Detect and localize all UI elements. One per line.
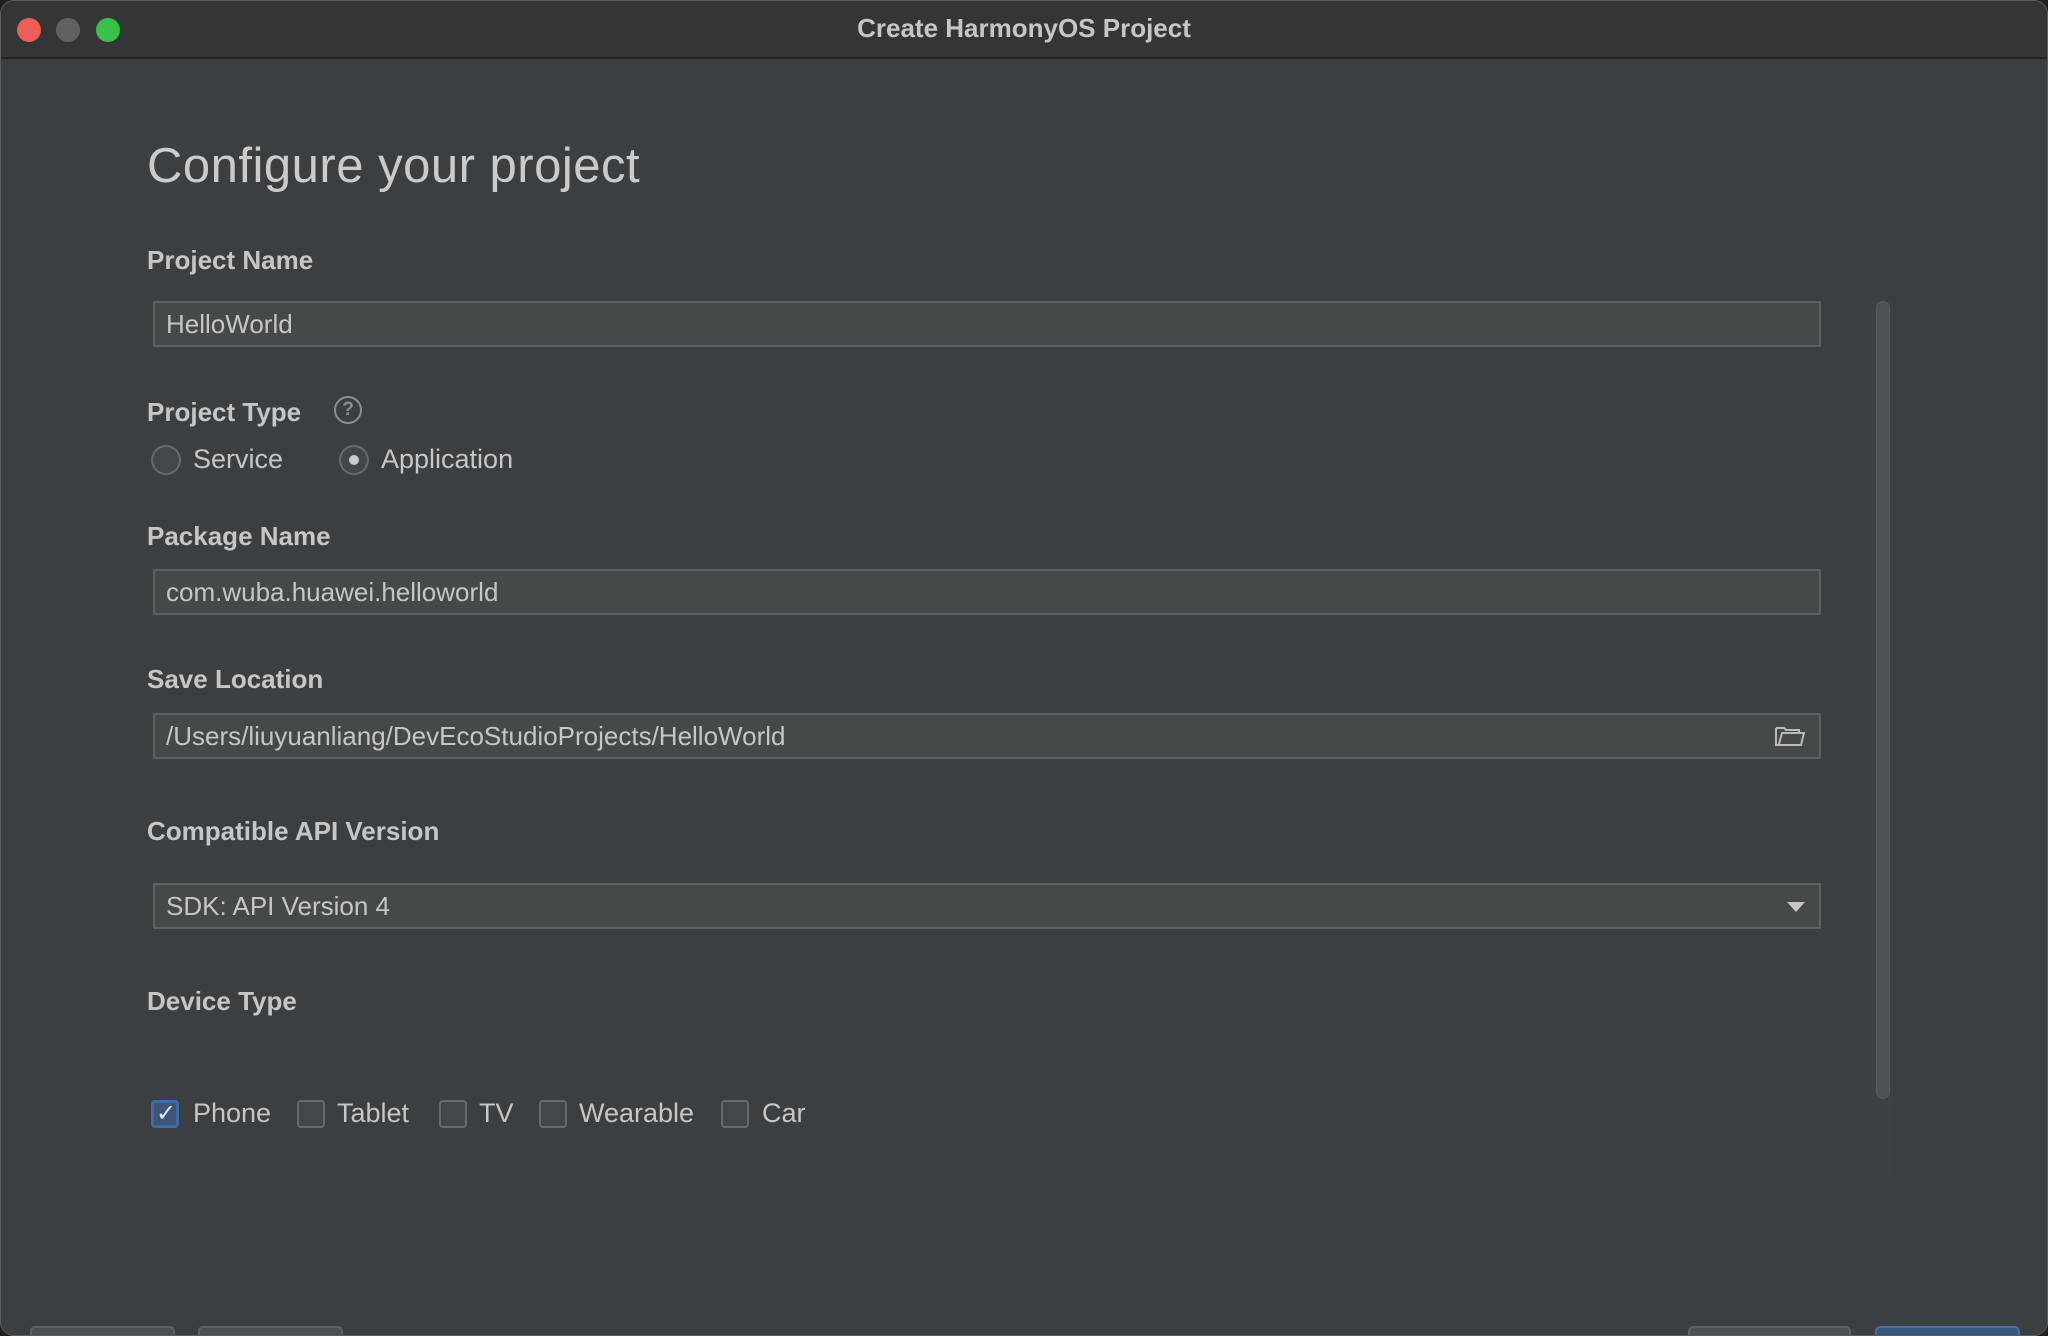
title-bar: Create HarmonyOS Project bbox=[1, 1, 2047, 59]
service-radio-label[interactable]: Service bbox=[193, 444, 283, 475]
page-title: Configure your project bbox=[147, 139, 641, 193]
phone-checkbox[interactable]: ✓ bbox=[151, 1100, 179, 1128]
application-radio-label[interactable]: Application bbox=[381, 444, 513, 475]
chevron-down-icon[interactable] bbox=[1787, 902, 1805, 912]
help-button[interactable]: Help bbox=[30, 1326, 175, 1335]
window-title: Create HarmonyOS Project bbox=[857, 13, 1191, 43]
previous-button[interactable]: Previous bbox=[1688, 1326, 1851, 1335]
api-version-selected: SDK: API Version 4 bbox=[166, 891, 391, 921]
help-icon[interactable]: ? bbox=[334, 396, 362, 424]
wearable-checkbox[interactable] bbox=[539, 1100, 567, 1128]
wearable-checkbox-label[interactable]: Wearable bbox=[579, 1098, 694, 1129]
car-checkbox[interactable] bbox=[721, 1100, 749, 1128]
api-version-label: Compatible API Version bbox=[147, 816, 440, 846]
package-name-label: Package Name bbox=[147, 521, 331, 551]
checkmark-icon: ✓ bbox=[156, 1100, 177, 1127]
device-type-label: Device Type bbox=[147, 986, 297, 1016]
project-name-label: Project Name bbox=[147, 245, 314, 275]
dialog-window: Create HarmonyOS Project Configure your … bbox=[0, 0, 2048, 1336]
service-radio[interactable] bbox=[151, 445, 181, 475]
save-location-input[interactable]: /Users/liuyuanliang/DevEcoStudioProjects… bbox=[153, 713, 1821, 759]
tv-checkbox[interactable] bbox=[439, 1100, 467, 1128]
project-type-label: Project Type bbox=[147, 397, 302, 427]
tv-checkbox-label[interactable]: TV bbox=[479, 1098, 514, 1129]
save-location-label: Save Location bbox=[147, 664, 324, 694]
save-location-value: /Users/liuyuanliang/DevEcoStudioProjects… bbox=[166, 721, 786, 751]
package-name-input[interactable]: com.wuba.huawei.helloworld bbox=[153, 569, 1821, 615]
radio-selected-dot bbox=[349, 455, 359, 465]
project-name-input[interactable]: HelloWorld bbox=[153, 301, 1821, 347]
folder-icon[interactable] bbox=[1775, 725, 1805, 747]
finish-button[interactable]: Finish bbox=[1875, 1326, 2020, 1335]
tablet-checkbox[interactable] bbox=[297, 1100, 325, 1128]
api-version-select[interactable]: SDK: API Version 4 bbox=[153, 883, 1821, 929]
dialog-content: Configure your project Project Name Hell… bbox=[1, 59, 2047, 1335]
tablet-checkbox-label[interactable]: Tablet bbox=[337, 1098, 409, 1129]
phone-checkbox-label[interactable]: Phone bbox=[193, 1098, 271, 1129]
car-checkbox-label[interactable]: Car bbox=[762, 1098, 806, 1129]
scrollbar-thumb[interactable] bbox=[1876, 301, 1890, 1099]
cancel-button[interactable]: Cancel bbox=[198, 1326, 343, 1335]
application-radio[interactable] bbox=[339, 445, 369, 475]
